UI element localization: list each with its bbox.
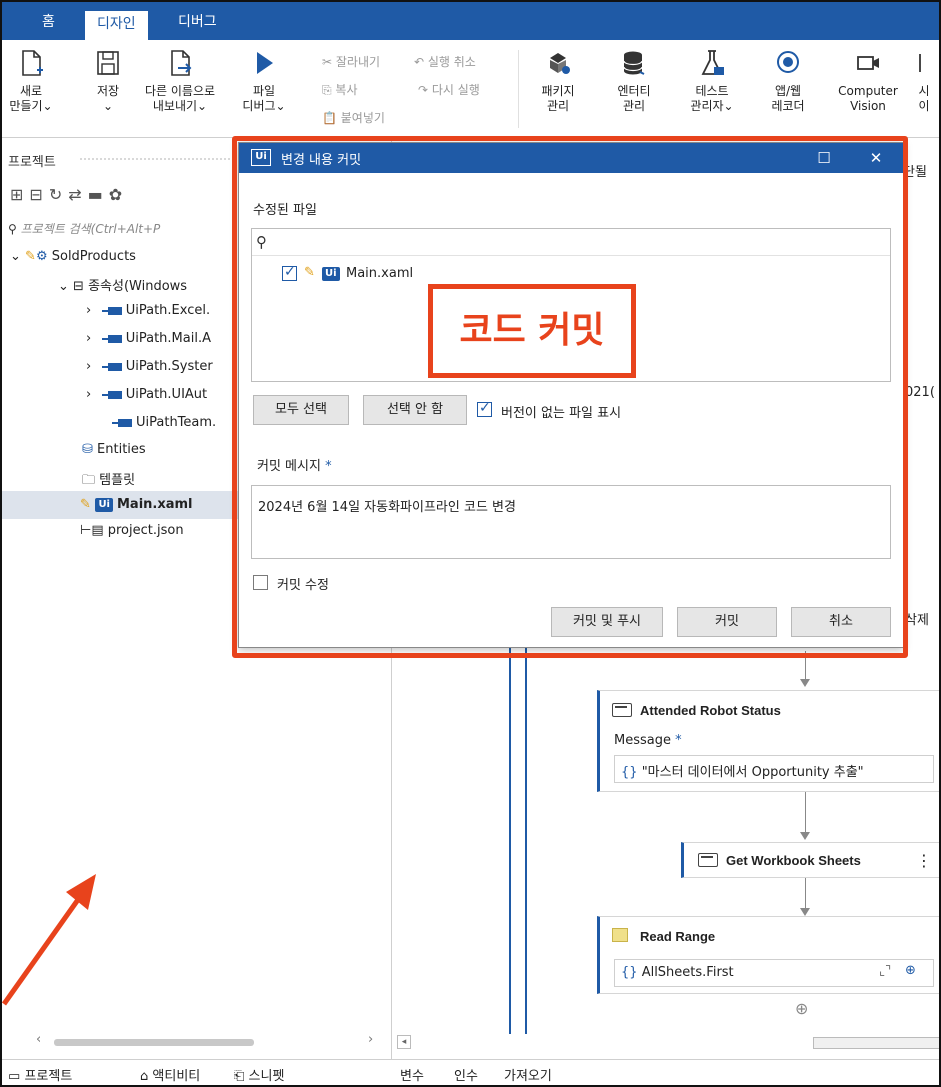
screenshot-border [0,0,941,1087]
